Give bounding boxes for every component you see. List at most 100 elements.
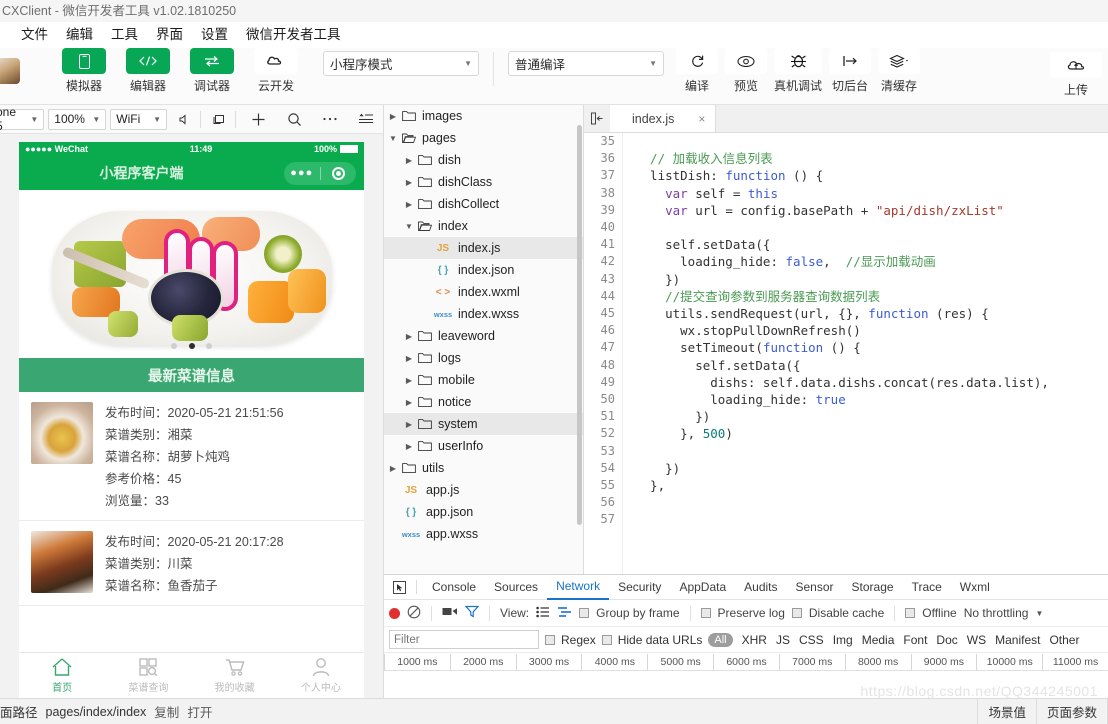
tree-item-notice[interactable]: ▶ notice: [384, 391, 583, 413]
throttling-select[interactable]: No throttling: [964, 606, 1029, 620]
network-requests-area[interactable]: https://blog.csdn.net/QQ344245001: [384, 671, 1108, 699]
debugger-tab-wxml[interactable]: Wxml: [951, 575, 999, 599]
debugger-tab-security[interactable]: Security: [609, 575, 670, 599]
tree-item-dishCollect[interactable]: ▶ dishCollect: [384, 193, 583, 215]
rotate-screen-icon[interactable]: [206, 108, 230, 130]
chevron-right-icon[interactable]: ▶: [402, 156, 416, 165]
menu-item-ui[interactable]: 界面: [147, 22, 192, 48]
list-item[interactable]: 发布时间：2020-05-21 21:51:56 菜谱类别：湘菜 菜谱名称：胡萝…: [19, 392, 364, 521]
carousel-indicators[interactable]: [19, 338, 364, 352]
collapse-icon[interactable]: [584, 105, 610, 132]
simulator-button[interactable]: 模拟器: [62, 48, 106, 94]
chevron-right-icon[interactable]: ▶: [402, 178, 416, 187]
chevron-right-icon[interactable]: ▶: [386, 464, 400, 473]
disable-cache-checkbox[interactable]: [791, 608, 802, 618]
background-button[interactable]: 切后台: [829, 48, 872, 94]
tab-recipe-search[interactable]: 菜谱查询: [105, 653, 191, 698]
tree-item-dish[interactable]: ▶ dish: [384, 149, 583, 171]
chevron-right-icon[interactable]: ▶: [402, 376, 416, 385]
chevron-right-icon[interactable]: ▶: [386, 112, 400, 121]
chevron-down-icon[interactable]: ▼: [402, 222, 416, 231]
filter-type-css[interactable]: CSS: [799, 633, 824, 647]
tree-item-utils[interactable]: ▶ utils: [384, 457, 583, 479]
file-tree-scrollbar[interactable]: [577, 125, 582, 525]
cloud-dev-button[interactable]: 云开发: [254, 48, 298, 94]
chevron-down-icon[interactable]: ▼: [386, 134, 400, 143]
chevron-down-icon[interactable]: ▼: [1035, 609, 1043, 618]
clear-icon[interactable]: [407, 605, 421, 622]
filter-type-ws[interactable]: WS: [967, 633, 986, 647]
tab-home[interactable]: 首页: [19, 653, 105, 698]
tree-item-index-json[interactable]: { } index.json: [384, 259, 583, 281]
tree-item-images[interactable]: ▶ images: [384, 105, 583, 127]
device-select[interactable]: one 5 ▼: [0, 105, 45, 133]
menu-item-settings[interactable]: 设置: [192, 22, 237, 48]
filter-type-other[interactable]: Other: [1049, 633, 1079, 647]
debugger-tab-sensor[interactable]: Sensor: [787, 575, 843, 599]
filter-type-doc[interactable]: Doc: [936, 633, 957, 647]
close-icon[interactable]: ×: [698, 112, 705, 126]
clear-cache-button[interactable]: 清缓存: [878, 48, 921, 94]
editor-tab-index-js[interactable]: index.js ×: [610, 105, 717, 132]
compile-select[interactable]: 普通编译 ▼: [508, 51, 664, 76]
chevron-right-icon[interactable]: ▶: [402, 200, 416, 209]
upload-button[interactable]: 上传: [1050, 48, 1102, 98]
tree-item-index-js[interactable]: JS index.js: [384, 237, 583, 259]
tree-item-leaveword[interactable]: ▶ leaveword: [384, 325, 583, 347]
preview-button[interactable]: 预览: [725, 48, 767, 94]
debugger-button[interactable]: 调试器: [190, 48, 234, 94]
hide-data-urls-checkbox[interactable]: [601, 634, 612, 645]
tree-item-app-wxss[interactable]: wxss app.wxss: [384, 523, 583, 545]
preserve-log-checkbox[interactable]: [700, 608, 711, 618]
tree-item-pages[interactable]: ▼ pages: [384, 127, 583, 149]
filter-type-all[interactable]: All: [708, 632, 733, 647]
wechat-capsule[interactable]: ●●●: [284, 161, 356, 185]
tree-item-app-js[interactable]: JS app.js: [384, 479, 583, 501]
avatar[interactable]: [0, 58, 20, 84]
filter-type-img[interactable]: Img: [833, 633, 853, 647]
mute-icon[interactable]: [171, 108, 195, 130]
network-filter-input[interactable]: [389, 630, 539, 649]
capture-screenshots-icon[interactable]: [442, 606, 458, 620]
page-params-button[interactable]: 页面参数: [1037, 699, 1107, 724]
debugger-tab-trace[interactable]: Trace: [903, 575, 951, 599]
filter-type-js[interactable]: JS: [776, 633, 790, 647]
scene-value-button[interactable]: 场景值: [978, 699, 1036, 724]
capsule-more-icon[interactable]: ●●●: [284, 167, 320, 179]
filter-type-media[interactable]: Media: [862, 633, 895, 647]
debugger-tab-console[interactable]: Console: [423, 575, 485, 599]
regex-checkbox[interactable]: [545, 634, 555, 645]
tree-item-mobile[interactable]: ▶ mobile: [384, 369, 583, 391]
debugger-tab-appdata[interactable]: AppData: [670, 575, 735, 599]
tree-item-userInfo[interactable]: ▶ userInfo: [384, 435, 583, 457]
debugger-tab-sources[interactable]: Sources: [485, 575, 547, 599]
more-icon[interactable]: [313, 108, 347, 130]
tree-item-dishClass[interactable]: ▶ dishClass: [384, 171, 583, 193]
chevron-right-icon[interactable]: ▶: [402, 398, 416, 407]
offline-checkbox[interactable]: [905, 608, 916, 618]
carousel-banner[interactable]: [19, 198, 364, 358]
carousel-dot-1[interactable]: [171, 343, 178, 349]
filter-type-xhr[interactable]: XHR: [742, 633, 767, 647]
zoom-select[interactable]: 100% ▼: [48, 108, 107, 130]
record-icon[interactable]: [389, 607, 400, 619]
menu-item-file[interactable]: 文件: [12, 22, 57, 48]
tree-item-index-wxml[interactable]: < > index.wxml: [384, 281, 583, 303]
carousel-dot-3[interactable]: [205, 343, 212, 349]
mode-select[interactable]: 小程序模式 ▼: [323, 51, 479, 76]
menu-item-devtools[interactable]: 微信开发者工具: [237, 22, 350, 48]
list-item[interactable]: 发布时间：2020-05-21 20:17:28 菜谱类别：川菜 菜谱名称：鱼香…: [19, 521, 364, 606]
group-by-frame-checkbox[interactable]: [579, 608, 590, 618]
menu-item-edit[interactable]: 编辑: [57, 22, 102, 48]
chevron-right-icon[interactable]: ▶: [402, 354, 416, 363]
open-path-button[interactable]: 打开: [187, 702, 212, 721]
carousel-dot-2[interactable]: [188, 343, 195, 349]
tree-item-index-wxss[interactable]: wxss index.wxss: [384, 303, 583, 325]
tree-item-app-json[interactable]: { } app.json: [384, 501, 583, 523]
chevron-right-icon[interactable]: ▶: [402, 420, 416, 429]
add-icon[interactable]: [241, 108, 275, 130]
chevron-right-icon[interactable]: ▶: [402, 442, 416, 451]
network-select[interactable]: WiFi ▼: [110, 108, 167, 130]
debugger-tab-audits[interactable]: Audits: [735, 575, 786, 599]
search-icon[interactable]: [277, 108, 311, 130]
